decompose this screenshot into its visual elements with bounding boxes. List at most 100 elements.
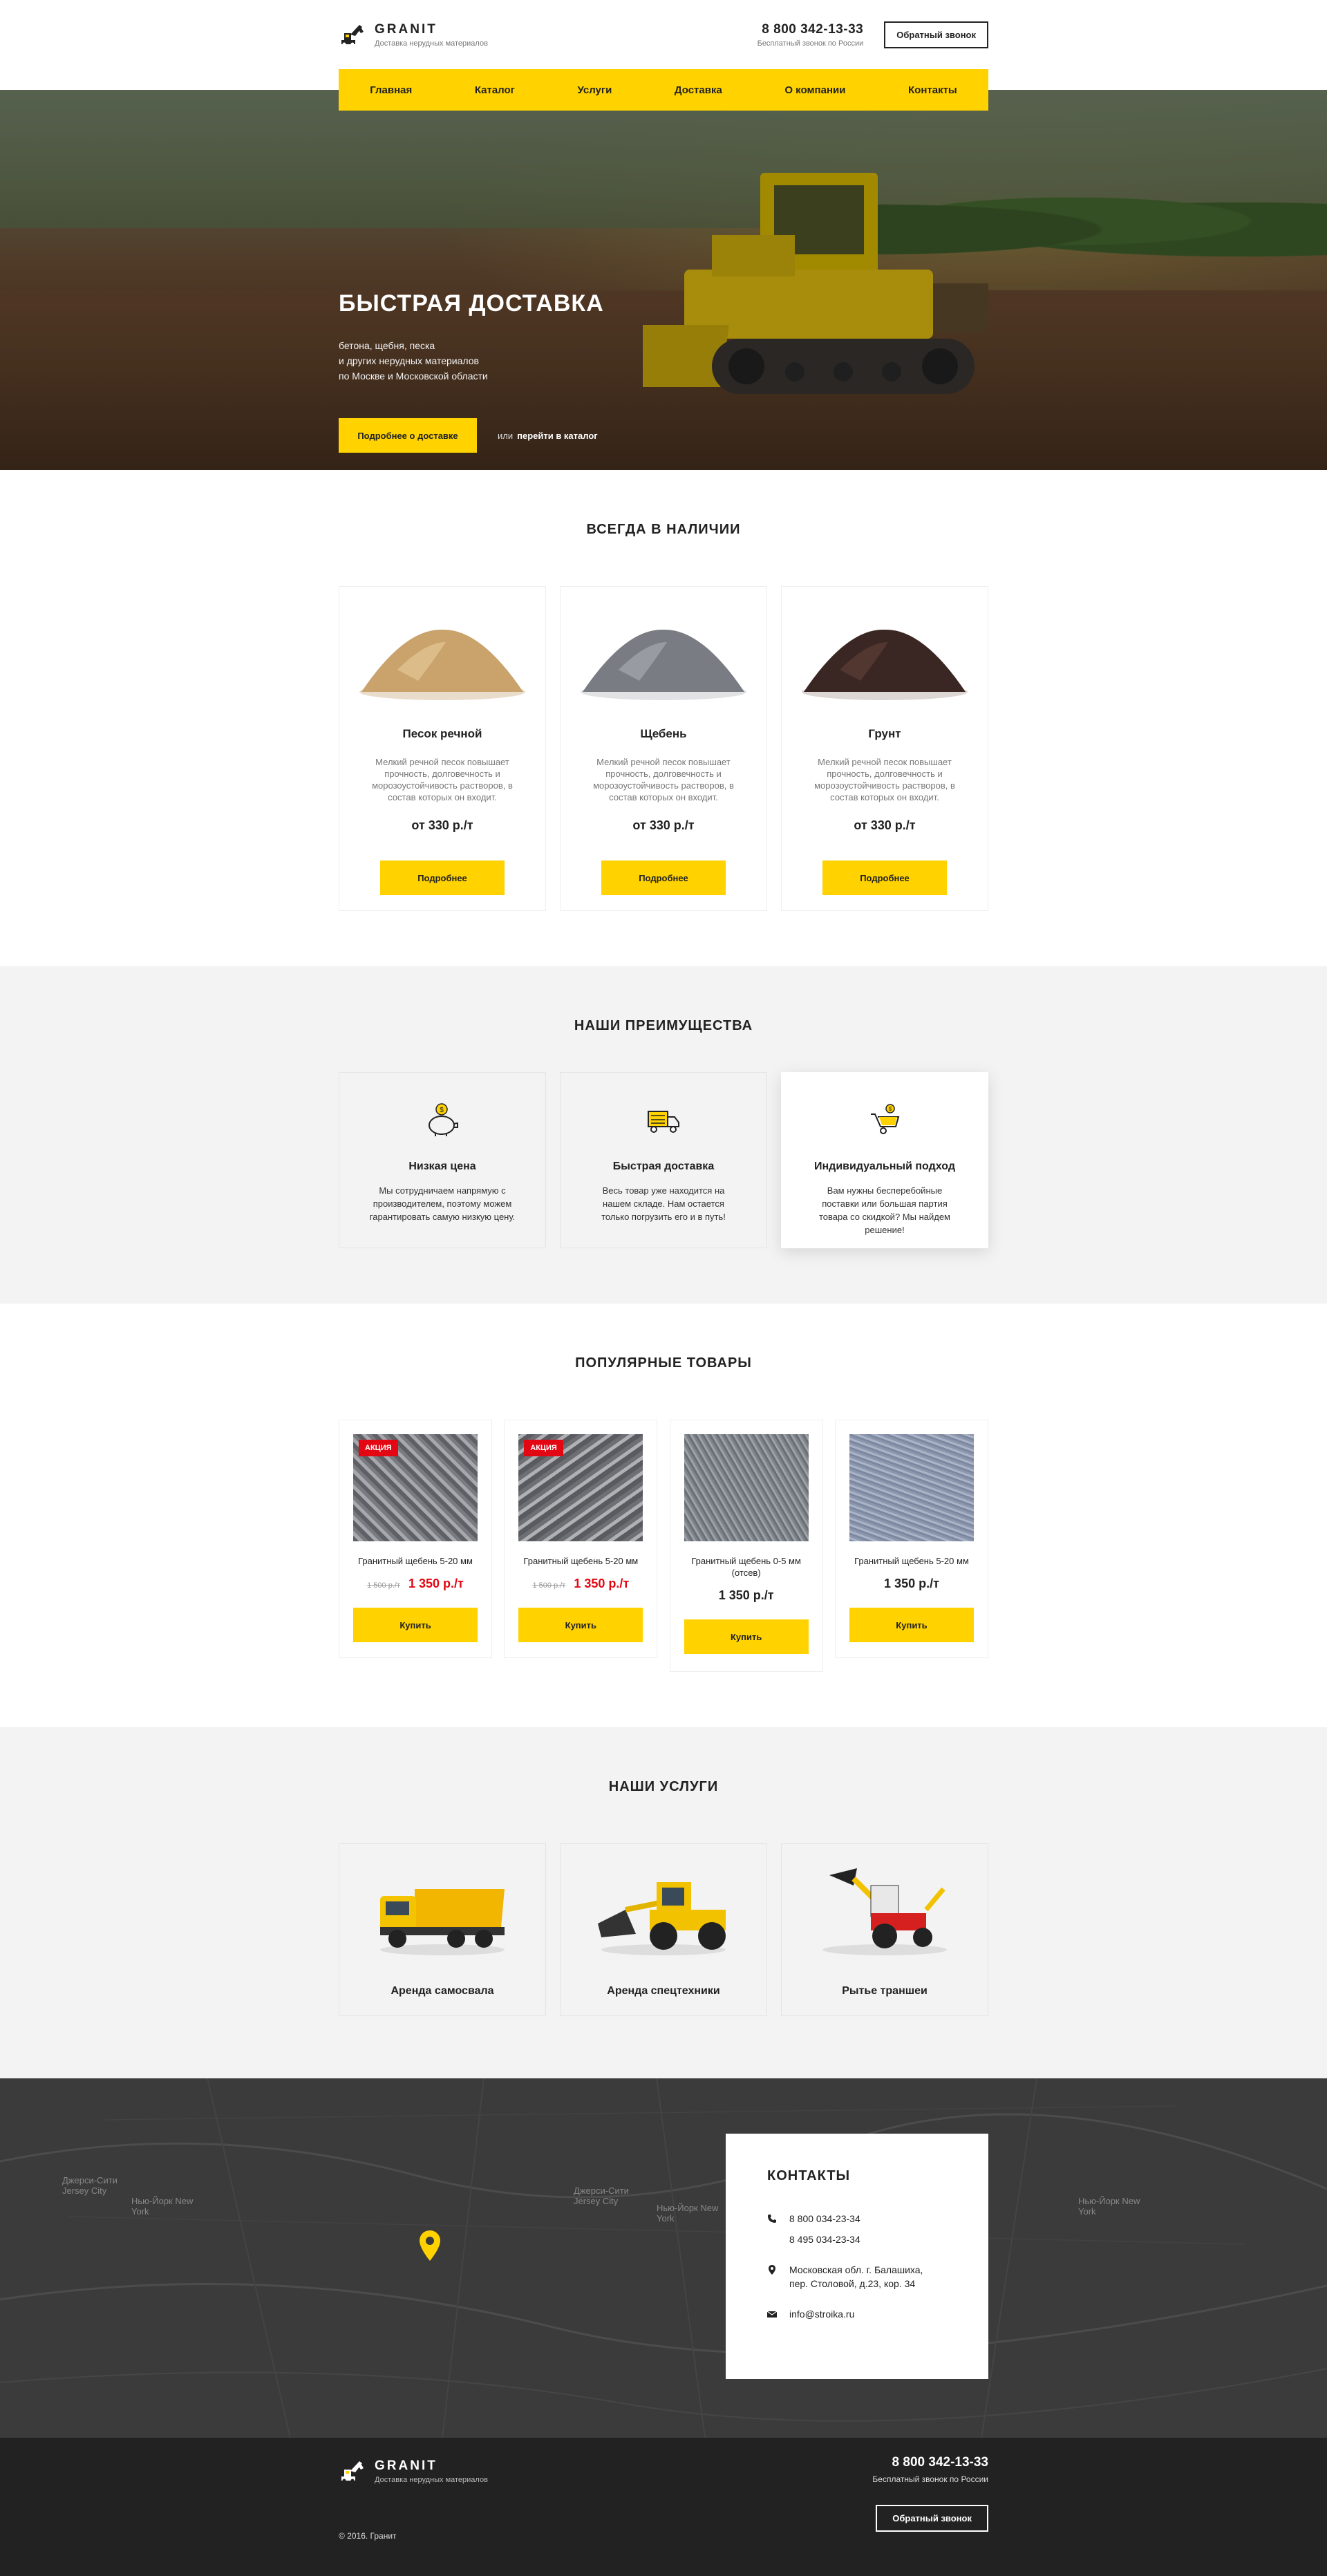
footer-callback-button[interactable]: Обратный звонок bbox=[876, 2505, 988, 2532]
product-card: Щебень Мелкий речной песок повышает проч… bbox=[560, 586, 767, 911]
header-phone-note: Бесплатный звонок по России bbox=[757, 39, 864, 48]
sale-badge: АКЦИЯ bbox=[524, 1440, 563, 1456]
contact-email: info@stroika.ru bbox=[767, 2307, 947, 2321]
svg-text:$: $ bbox=[440, 1107, 444, 1114]
wheel-loader-icon bbox=[598, 1882, 726, 1955]
contact-phone-2[interactable]: 8 495 034-23-34 bbox=[789, 2232, 860, 2246]
logo-tagline: Доставка нерудных материалов bbox=[375, 39, 488, 48]
wheelbarrow-icon: $ bbox=[871, 1104, 900, 1134]
email-link[interactable]: info@stroika.ru bbox=[789, 2307, 854, 2321]
hero-title: БЫСТРАЯ ДОСТАВКА bbox=[339, 290, 604, 317]
map-background bbox=[0, 2078, 1327, 2438]
gravel-pile-image bbox=[581, 629, 746, 700]
product-name: Гранитный щебень 0-5 мм (отсев) bbox=[691, 1556, 801, 1578]
buy-button[interactable]: Купить bbox=[684, 1619, 809, 1654]
sale-badge: АКЦИЯ bbox=[359, 1440, 398, 1456]
contact-phones: 8 800 034-23-34 8 495 034-23-34 bbox=[767, 2212, 947, 2246]
advantage-card: $ Индивидуальный подход Вам нужны беспер… bbox=[781, 1072, 988, 1248]
details-button[interactable]: Подробнее bbox=[380, 861, 505, 895]
popular-product-card: Гранитный щебень 5-20 мм 1 350 р./т Купи… bbox=[834, 1420, 988, 1658]
footer-logo-name: GRANIT bbox=[375, 2458, 437, 2473]
callback-button[interactable]: Обратный звонок bbox=[884, 21, 988, 48]
gravel-photo bbox=[684, 1434, 809, 1541]
service-card[interactable]: Аренда спецтехники bbox=[560, 1843, 767, 2016]
contact-phone-1[interactable]: 8 800 034-23-34 bbox=[789, 2212, 860, 2226]
or-label: или bbox=[498, 430, 514, 441]
map-label: Джерси-Сити Jersey City bbox=[574, 2185, 629, 2206]
advantage-text: Весь товар уже находится на нашем складе… bbox=[601, 1185, 726, 1222]
hero-subtitle-line: и других нерудных материалов bbox=[339, 355, 479, 366]
advantage-card: $ Низкая цена Мы сотрудничаем напрямую с… bbox=[339, 1072, 546, 1248]
delivery-details-button[interactable]: Подробнее о доставке bbox=[339, 418, 477, 453]
advantage-text: Вам нужны бесперебойные поставки или бол… bbox=[819, 1185, 950, 1235]
details-button[interactable]: Подробнее bbox=[822, 861, 947, 895]
buy-button[interactable]: Купить bbox=[849, 1608, 974, 1642]
main-nav: Главная Каталог Услуги Доставка О компан… bbox=[339, 69, 988, 111]
excavator-logo-icon bbox=[341, 2461, 364, 2483]
section-title: ВСЕГДА В НАЛИЧИИ bbox=[586, 522, 741, 537]
gravel-photo: АКЦИЯ bbox=[518, 1434, 643, 1541]
service-card[interactable]: Рытье траншеи bbox=[781, 1843, 988, 2016]
popular-product-card: АКЦИЯ Гранитный щебень 5-20 мм 1 500 р./… bbox=[339, 1420, 492, 1658]
section-title: НАШИ ПРЕИМУЩЕСТВА bbox=[574, 1018, 753, 1033]
piggy-bank-icon: $ bbox=[429, 1103, 458, 1136]
address-line-2: пер. Столовой, д.23, кор. 34 bbox=[789, 2278, 916, 2289]
contact-address: Московская обл. г. Балашиха, пер. Столов… bbox=[767, 2263, 947, 2291]
product-price: 1 350 р./т bbox=[574, 1577, 630, 1590]
truck-icon bbox=[648, 1111, 679, 1133]
nav-item-services[interactable]: Услуги bbox=[577, 84, 612, 96]
map-label: Джерси-Сити Jersey City bbox=[62, 2175, 117, 2196]
product-name: Грунт bbox=[868, 727, 901, 740]
buy-button[interactable]: Купить bbox=[353, 1608, 478, 1642]
location-icon bbox=[769, 2265, 775, 2275]
hero-or-text: или перейти в каталог bbox=[498, 431, 598, 441]
product-description: Мелкий речной песок повышает прочность, … bbox=[814, 757, 955, 802]
header-phone[interactable]: 8 800 342-13-33 bbox=[757, 22, 864, 37]
product-name: Гранитный щебень 5-20 мм bbox=[854, 1556, 969, 1566]
product-price: 1 350 р./т bbox=[718, 1588, 774, 1602]
nav-item-catalog[interactable]: Каталог bbox=[475, 84, 515, 96]
hero-banner: БЫСТРАЯ ДОСТАВКА бетона, щебня, песка и … bbox=[0, 90, 1327, 470]
nav-item-home[interactable]: Главная bbox=[370, 84, 412, 96]
nav-item-contacts[interactable]: Контакты bbox=[908, 84, 957, 96]
service-card[interactable]: Аренда самосвала bbox=[339, 1843, 546, 2016]
location-pin-icon[interactable] bbox=[420, 2230, 440, 2261]
dump-truck-icon bbox=[380, 1889, 505, 1955]
product-name: Щебень bbox=[640, 727, 687, 740]
map-section[interactable]: Нью-Йорк New York Джерси-Сити Jersey Cit… bbox=[0, 2078, 1327, 2438]
popular-product-card: АКЦИЯ Гранитный щебень 5-20 мм 1 500 р./… bbox=[504, 1420, 658, 1658]
map-label: Нью-Йорк New York bbox=[1078, 2196, 1140, 2217]
product-name: Гранитный щебень 5-20 мм bbox=[358, 1556, 473, 1566]
copyright: © 2016. Гранит bbox=[339, 2531, 397, 2541]
advantages-section: НАШИ ПРЕИМУЩЕСТВА $ Низкая цена Мы сотру… bbox=[0, 966, 1327, 1304]
advantage-title: Индивидуальный подход bbox=[814, 1160, 955, 1172]
envelope-icon bbox=[767, 2311, 777, 2318]
section-title: НАШИ УСЛУГИ bbox=[608, 1779, 719, 1794]
nav-item-delivery[interactable]: Доставка bbox=[675, 84, 722, 96]
advantage-card: Быстрая доставка Весь товар уже находитс… bbox=[560, 1072, 767, 1248]
footer-phone-note: Бесплатный звонок по России bbox=[872, 2474, 988, 2484]
catalog-link[interactable]: перейти в каталог bbox=[517, 431, 598, 441]
contacts-title: КОНТАКТЫ bbox=[767, 2168, 851, 2183]
footer-phone[interactable]: 8 800 342-13-33 bbox=[872, 2455, 988, 2470]
buy-button[interactable]: Купить bbox=[518, 1608, 643, 1642]
services-section: НАШИ УСЛУГИ Аренда самосвала Аренда спец… bbox=[0, 1727, 1327, 2078]
gravel-photo: АКЦИЯ bbox=[353, 1434, 478, 1541]
product-price: 1 350 р./т bbox=[884, 1577, 939, 1590]
service-name: Рытье траншеи bbox=[842, 1985, 928, 1997]
product-price: 1 350 р./т bbox=[408, 1577, 464, 1590]
footer-logo[interactable]: GRANIT Доставка нерудных материалов bbox=[339, 2457, 488, 2485]
advantage-title: Быстрая доставка bbox=[612, 1160, 715, 1172]
product-price: от 330 р./т bbox=[632, 818, 695, 832]
hero-subtitle-line: по Москве и Московской области bbox=[339, 370, 488, 382]
nav-item-about[interactable]: О компании bbox=[784, 84, 845, 96]
svg-text:$: $ bbox=[889, 1106, 892, 1112]
old-price: 1 500 р./т bbox=[532, 1581, 566, 1590]
hero-subtitle: бетона, щебня, песка и других нерудных м… bbox=[339, 338, 604, 384]
details-button[interactable]: Подробнее bbox=[601, 861, 726, 895]
map-label: Нью-Йорк New York bbox=[131, 2196, 194, 2217]
advantage-text: Мы сотрудничаем напрямую с производителе… bbox=[369, 1185, 516, 1222]
product-description: Мелкий речной песок повышает прочность, … bbox=[593, 757, 734, 802]
contacts-card: КОНТАКТЫ 8 800 034-23-34 8 495 034-23-34… bbox=[726, 2134, 988, 2379]
logo[interactable]: GRANIT Доставка нерудных материалов bbox=[339, 21, 488, 48]
